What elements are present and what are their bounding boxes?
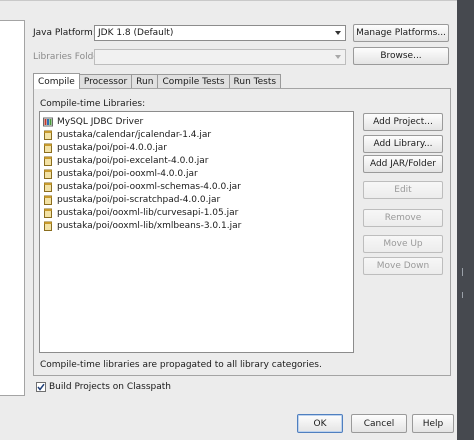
list-item[interactable]: pustaka/calendar/jcalendar-1.4.jar [43, 128, 211, 141]
list-item-label: pustaka/poi/poi-excelant-4.0.0.jar [57, 155, 209, 166]
list-item-label: pustaka/poi/poi-4.0.0.jar [57, 142, 167, 153]
list-item-label: pustaka/poi/poi-scratchpad-4.0.0.jar [57, 194, 221, 205]
list-item-label: pustaka/poi/poi-ooxml-4.0.0.jar [57, 168, 198, 179]
list-item[interactable]: pustaka/poi/poi-4.0.0.jar [43, 141, 167, 154]
list-item[interactable]: pustaka/poi/poi-excelant-4.0.0.jar [43, 154, 208, 167]
build-on-classpath-checkbox[interactable] [36, 382, 46, 392]
add-library-button[interactable]: Add Library... [363, 135, 443, 153]
list-item[interactable]: pustaka/poi/ooxml-lib/xmlbeans-3.0.1.jar [43, 219, 241, 232]
library-icon [43, 117, 53, 126]
move-down-button[interactable]: Move Down [363, 257, 443, 275]
background-mark [462, 268, 463, 276]
help-button[interactable]: Help [412, 414, 454, 433]
list-item-label: pustaka/calendar/jcalendar-1.4.jar [57, 129, 212, 140]
manage-platforms-button[interactable]: Manage Platforms... [353, 24, 449, 42]
jar-icon [44, 169, 52, 179]
jar-icon [44, 156, 52, 166]
java-platform-label: Java Platform: [33, 28, 96, 38]
list-item-label: pustaka/poi/ooxml-lib/xmlbeans-3.0.1.jar [57, 220, 242, 231]
build-on-classpath-label: Build Projects on Classpath [49, 382, 172, 392]
compile-libraries-list[interactable]: MySQL JDBC Driver pustaka/calendar/jcale… [39, 111, 354, 353]
jar-icon [44, 130, 52, 140]
chevron-down-icon [335, 55, 341, 59]
top-border [0, 0, 457, 1]
list-item[interactable]: pustaka/poi/poi-ooxml-schemas-4.0.0.jar [43, 180, 241, 193]
java-platform-select[interactable]: JDK 1.8 (Default) [94, 25, 346, 41]
libraries-folder-select [94, 49, 346, 65]
tab-run-tests[interactable]: Run Tests [228, 74, 282, 89]
browse-button[interactable]: Browse... [353, 47, 449, 65]
jar-icon [44, 195, 52, 205]
jar-icon [44, 182, 52, 192]
jar-icon [44, 143, 52, 153]
tab-processor[interactable]: Processor [78, 74, 133, 89]
chevron-down-icon [335, 31, 341, 35]
list-item[interactable]: pustaka/poi/poi-scratchpad-4.0.0.jar [43, 193, 220, 206]
add-jar-folder-button[interactable]: Add JAR/Folder [363, 155, 443, 173]
list-item[interactable]: pustaka/poi/poi-ooxml-4.0.0.jar [43, 167, 198, 180]
java-platform-value: JDK 1.8 (Default) [98, 28, 174, 38]
checkmark-icon [37, 383, 45, 391]
jar-icon [44, 221, 52, 231]
background-mark [462, 292, 463, 298]
ok-button[interactable]: OK [297, 414, 343, 433]
cancel-button[interactable]: Cancel [351, 414, 407, 433]
edit-button[interactable]: Edit [363, 181, 443, 199]
add-project-button[interactable]: Add Project... [363, 113, 443, 131]
list-item-label: pustaka/poi/poi-ooxml-schemas-4.0.0.jar [57, 181, 241, 192]
list-item-label: MySQL JDBC Driver [57, 116, 144, 127]
compile-libraries-label: Compile-time Libraries: [40, 99, 146, 109]
tab-compile-tests[interactable]: Compile Tests [157, 74, 230, 89]
tab-compile[interactable]: Compile [33, 73, 80, 89]
remove-button[interactable]: Remove [363, 209, 443, 227]
list-item[interactable]: pustaka/poi/ooxml-lib/curvesapi-1.05.jar [43, 206, 238, 219]
list-item[interactable]: MySQL JDBC Driver [43, 115, 143, 128]
jar-icon [44, 208, 52, 218]
library-tabs: Compile Processor Run Compile Tests Run … [33, 73, 282, 89]
background-window-strip [457, 0, 474, 440]
tab-run[interactable]: Run [131, 74, 159, 89]
move-up-button[interactable]: Move Up [363, 235, 443, 253]
list-item-label: pustaka/poi/ooxml-lib/curvesapi-1.05.jar [57, 207, 239, 218]
propagation-note: Compile-time libraries are propagated to… [40, 360, 322, 370]
categories-panel[interactable] [0, 20, 25, 396]
